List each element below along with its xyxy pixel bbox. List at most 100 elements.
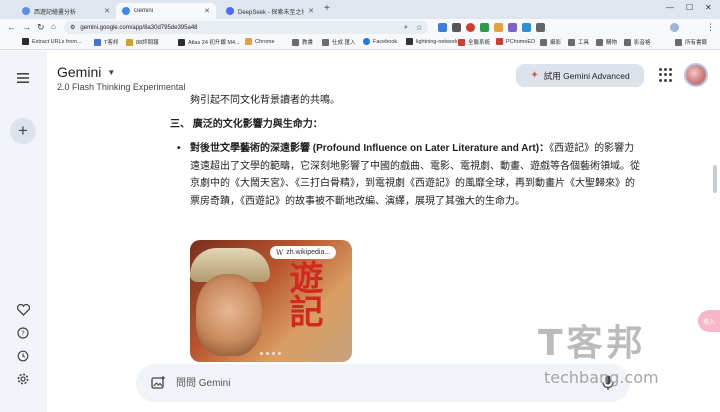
help-icon[interactable]: ? <box>12 322 34 344</box>
url-bar[interactable]: ⚙ gemini.google.com/app/8a30d795de395a48… <box>64 21 428 34</box>
bookmark-item[interactable]: 全聯系統 <box>458 38 490 46</box>
add-image-icon[interactable] <box>150 375 166 391</box>
tab-strip: 西遊記繪畫分析 ✕ Gemini ✕ DeepSeek - 探索未至之境 ✕ +… <box>0 0 720 19</box>
paragraph-fragment: 夠引起不同文化背景讀者的共鳴。 <box>190 95 340 106</box>
bookmark-favicon-icon <box>94 38 101 46</box>
image-source: zh.wikipedia... <box>286 249 331 256</box>
bookmark-label: 工具 <box>578 40 590 46</box>
try-advanced-button[interactable]: ✦ 試用 Gemini Advanced <box>516 64 644 87</box>
prompt-input[interactable] <box>176 374 536 392</box>
extension-icon[interactable] <box>452 23 461 32</box>
bookmark-item[interactable]: PChomeED <box>496 38 535 45</box>
bookmark-item[interactable]: 教書 <box>292 38 313 46</box>
bookmark-item[interactable]: 所有書籤 <box>675 38 707 46</box>
extension-icon[interactable] <box>438 23 447 32</box>
app-name: Gemini <box>57 64 102 80</box>
bullet-title: 對後世文學藝術的深遠影響 (Profound Influence on Late… <box>190 143 550 154</box>
search-icon[interactable]: ⌕ <box>404 24 408 32</box>
bookmark-star-icon[interactable]: ☆ <box>416 24 422 32</box>
menu-dots-icon[interactable]: ⋮ <box>706 22 715 33</box>
bookmark-label: Atlas 24 初升鍍 M4... <box>188 40 240 46</box>
google-apps-icon[interactable] <box>659 68 673 82</box>
bookmark-item[interactable]: 仕成 匯入 <box>322 38 356 46</box>
tab-favicon-icon <box>22 7 30 15</box>
main-menu-icon[interactable] <box>12 67 34 89</box>
bookmark-label: 影音格 <box>634 40 651 46</box>
bookmark-label: Chrome <box>255 38 275 45</box>
bookmark-item[interactable]: 攝影 <box>540 38 561 46</box>
bookmarks-bar: Extract URLs from... T客邦 88評問報 Atlas 24 … <box>0 36 720 50</box>
bookmark-item[interactable]: 88評問報 <box>126 38 159 46</box>
bookmark-label: T客邦 <box>104 40 119 46</box>
response-body: 夠引起不同文化背景讀者的共鳴。 三、 廣泛的文化影響力與生命力： 對後世文學藝術… <box>170 92 640 210</box>
bookmark-label: 攝影 <box>550 40 562 46</box>
model-name: 2.0 Flash Thinking Experimental <box>57 82 186 92</box>
window-close-icon[interactable]: ✕ <box>705 3 712 12</box>
extension-icon[interactable] <box>494 23 503 32</box>
back-icon[interactable]: ← <box>7 22 16 32</box>
new-chat-icon[interactable]: + <box>10 118 36 144</box>
new-tab-icon[interactable]: + <box>324 3 330 14</box>
tab-close-icon[interactable]: ✕ <box>204 7 210 15</box>
bookmark-item[interactable]: Atlas 24 初升鍍 M4... <box>178 38 240 46</box>
extensions-puzzle-icon[interactable] <box>536 23 545 32</box>
browser-tab-2[interactable]: Gemini ✕ <box>116 3 216 19</box>
watermark-url: techbang.com <box>544 368 659 387</box>
bookmark-favicon-icon <box>22 38 29 45</box>
bookmark-favicon-icon <box>458 38 465 46</box>
maximize-icon[interactable]: ☐ <box>686 3 693 12</box>
browser-tab-1[interactable]: 西遊記繪畫分析 ✕ <box>16 3 116 19</box>
bookmark-item[interactable]: 工具 <box>568 38 589 46</box>
gemini-favicon-icon <box>122 7 130 15</box>
bookmark-item[interactable]: Extract URLs from... <box>22 38 82 45</box>
poster-title: 遊記 <box>283 260 323 328</box>
wikipedia-icon: W <box>276 248 284 257</box>
extension-icon[interactable] <box>508 23 517 32</box>
image-source-chip[interactable]: W zh.wikipedia... <box>270 246 337 259</box>
forward-icon[interactable]: → <box>22 22 31 32</box>
watermark-title: T客邦 <box>538 323 647 364</box>
extension-icon[interactable] <box>522 23 531 32</box>
model-switcher[interactable]: Gemini ▼ <box>57 64 115 80</box>
extension-icon[interactable] <box>466 23 475 32</box>
home-icon[interactable]: ⌂ <box>51 22 56 31</box>
carousel-dots[interactable] <box>260 352 281 355</box>
bookmark-item[interactable]: 購物 <box>596 38 617 46</box>
page-scrollbar[interactable] <box>713 165 717 193</box>
bookmark-item[interactable]: 影音格 <box>624 38 651 46</box>
caret-down-icon: ▼ <box>107 67 116 77</box>
bookmark-favicon-icon <box>496 38 503 45</box>
url-text: gemini.google.com/app/8a30d795de395a48 <box>80 24 198 31</box>
account-avatar[interactable] <box>684 63 708 87</box>
section-heading: 三、 廣泛的文化影響力與生命力： <box>170 119 323 130</box>
tab-close-icon[interactable]: ✕ <box>104 7 110 15</box>
gems-icon[interactable] <box>12 299 34 321</box>
site-info-icon[interactable]: ⚙ <box>70 24 75 31</box>
tab-close-icon[interactable]: ✕ <box>308 7 314 15</box>
bookmark-item[interactable]: T客邦 <box>94 38 118 46</box>
deepseek-favicon-icon <box>226 7 234 15</box>
folder-icon <box>292 38 299 46</box>
browser-tab-3[interactable]: DeepSeek - 探索未至之境 ✕ <box>220 3 320 19</box>
bookmark-label: Extract URLs from... <box>32 38 82 45</box>
bookmark-label: PChomeED <box>506 38 536 45</box>
image-result[interactable]: 遊記 W zh.wikipedia... <box>190 240 352 362</box>
bookmark-item[interactable]: Chrome <box>245 38 275 45</box>
folder-icon <box>540 38 547 46</box>
folder-icon <box>675 38 682 46</box>
minimize-icon[interactable]: — <box>666 3 674 12</box>
svg-text:?: ? <box>21 330 25 338</box>
reload-icon[interactable]: ↻ <box>37 22 45 33</box>
profile-icon[interactable] <box>670 23 679 32</box>
bookmark-item[interactable]: lightning-network <box>406 38 458 45</box>
bookmark-item[interactable]: Facebook <box>363 38 397 45</box>
poster-figure <box>196 274 262 356</box>
bookmark-label: 仕成 匯入 <box>332 40 356 46</box>
bookmark-favicon-icon <box>178 38 185 46</box>
bookmark-label: 教書 <box>302 40 314 46</box>
settings-gear-icon[interactable] <box>12 368 34 390</box>
extension-icon[interactable] <box>480 23 489 32</box>
bookmark-label: 購物 <box>606 40 618 46</box>
activity-history-icon[interactable] <box>12 345 34 367</box>
folder-icon <box>568 38 575 46</box>
